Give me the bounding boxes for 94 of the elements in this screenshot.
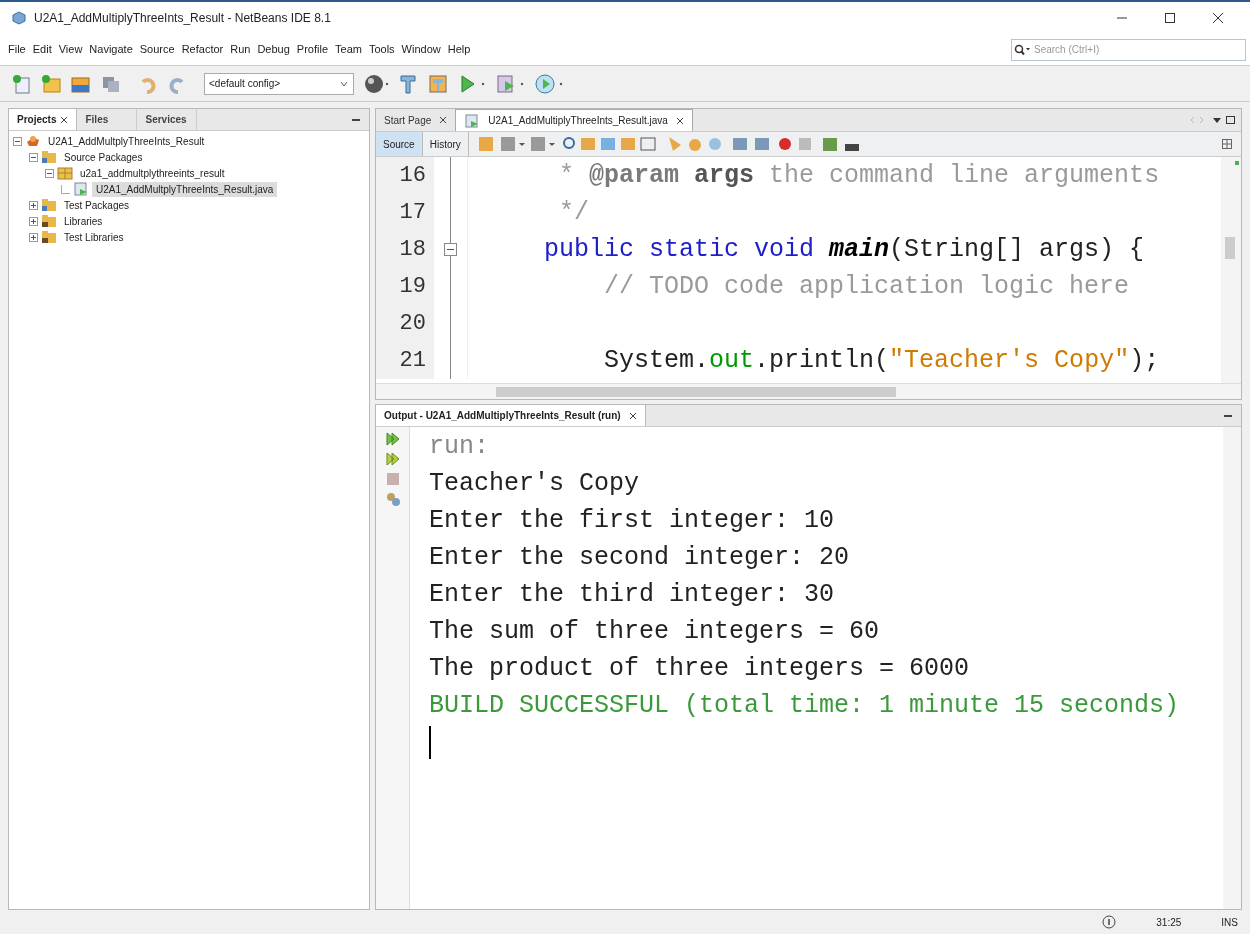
- tree-item[interactable]: U2A1_AddMultplyThreeInts_Result.java: [92, 181, 278, 197]
- code-line: */: [558, 196, 590, 229]
- panel-tab[interactable]: Files: [77, 109, 138, 130]
- app-icon: [12, 11, 26, 25]
- menu-item[interactable]: Profile: [296, 41, 328, 58]
- expand-icon[interactable]: [29, 216, 38, 226]
- folder-icon: [41, 230, 57, 244]
- line-number: 17: [376, 194, 434, 231]
- line-number: 19: [376, 268, 434, 305]
- rerun-icon[interactable]: [384, 451, 401, 467]
- insert-mode: INS: [1221, 915, 1238, 930]
- globe-icon[interactable]: [363, 72, 389, 95]
- line-number: 16: [376, 157, 434, 194]
- menu-item[interactable]: Team: [335, 41, 362, 58]
- collapse-icon[interactable]: [29, 152, 38, 162]
- editor-tab[interactable]: U2A1_AddMultiplyThreeInts_Result.java: [455, 109, 693, 131]
- folder-icon: [41, 198, 57, 212]
- code-line: * @param args the command line arguments: [558, 159, 1160, 192]
- menu-item[interactable]: Window: [401, 41, 441, 58]
- run-icon[interactable]: [458, 72, 486, 95]
- menu-item[interactable]: View: [58, 41, 83, 58]
- tree-item[interactable]: u2a1_addmultplythreeints_result: [76, 165, 229, 181]
- collapse-icon[interactable]: [45, 168, 54, 178]
- view-tab[interactable]: Source: [376, 132, 423, 156]
- output-line: Enter the first integer: 10: [429, 504, 836, 537]
- menu-item[interactable]: Refactor: [181, 41, 224, 58]
- close-icon[interactable]: [60, 115, 69, 124]
- expand-icon[interactable]: [29, 232, 38, 242]
- menu-item[interactable]: Edit: [32, 41, 52, 58]
- folder-icon: [41, 214, 57, 228]
- hammer-icon[interactable]: [398, 72, 418, 95]
- settings-icon[interactable]: [384, 491, 401, 507]
- code-line: System.out.println("Teacher's Copy");: [603, 344, 1160, 377]
- expand-icon[interactable]: [29, 200, 38, 210]
- close-icon[interactable]: [1212, 12, 1224, 24]
- menu-item[interactable]: Debug: [257, 41, 290, 58]
- close-icon[interactable]: [439, 116, 448, 124]
- menu-item[interactable]: Tools: [368, 41, 395, 58]
- debug-icon[interactable]: [495, 72, 525, 95]
- horizontal-scrollbar[interactable]: [376, 383, 1241, 399]
- maximize-icon[interactable]: [1164, 12, 1176, 24]
- profile-icon[interactable]: [534, 72, 564, 95]
- line-number: 20: [376, 305, 434, 342]
- caret-icon: [339, 79, 349, 88]
- clean-build-icon[interactable]: [427, 72, 449, 95]
- tree-item[interactable]: Libraries: [60, 213, 107, 229]
- line-number: 21: [376, 342, 434, 379]
- text-cursor: [429, 726, 431, 759]
- cursor-position: 31:25: [1156, 915, 1182, 930]
- vertical-scrollbar[interactable]: [1223, 427, 1241, 909]
- notification-icon[interactable]: [1102, 915, 1117, 929]
- output-line: run:: [429, 430, 490, 463]
- tree-item[interactable]: Source Packages: [60, 149, 147, 165]
- split-icon[interactable]: [1221, 138, 1233, 150]
- file-icon: [73, 182, 89, 196]
- output-tab[interactable]: Output - U2A1_AddMultiplyThreeInts_Result (run): [376, 405, 646, 426]
- package-icon: [57, 166, 73, 180]
- java-file-icon: [464, 113, 481, 128]
- menu-item[interactable]: Source: [139, 41, 175, 58]
- tree-item[interactable]: Test Packages: [60, 197, 134, 213]
- code-line: public static void main(String[] args) {: [543, 233, 1145, 266]
- tab-navigation-icon[interactable]: [1191, 114, 1237, 126]
- view-tab[interactable]: History: [422, 132, 469, 156]
- menu-item[interactable]: Run: [230, 41, 251, 58]
- search-icon: [1014, 43, 1030, 56]
- output-line: The product of three integers = 6000: [429, 652, 971, 685]
- window-title: U2A1_AddMultiplyThreeInts_Result - NetBeans IDE 8.1: [34, 10, 331, 27]
- tree-item[interactable]: Test Libraries: [60, 229, 128, 245]
- line-number: 18: [376, 231, 434, 268]
- panel-tab[interactable]: Projects: [9, 109, 78, 130]
- new-project-icon[interactable]: [41, 73, 61, 94]
- menu-item[interactable]: File: [8, 41, 26, 58]
- search-field[interactable]: Search (Ctrl+I): [1011, 38, 1246, 61]
- folder-icon: [41, 150, 57, 164]
- project-icon: [25, 134, 41, 148]
- close-icon[interactable]: [675, 116, 684, 125]
- rerun-icon[interactable]: [384, 431, 401, 447]
- close-icon[interactable]: [628, 411, 637, 420]
- menu-item[interactable]: Help: [447, 41, 471, 58]
- panel-tab[interactable]: Services: [137, 109, 198, 130]
- collapse-icon[interactable]: [13, 136, 22, 146]
- output-line: BUILD SUCCESSFUL (total time: 1 minute 15 seconds): [429, 689, 1181, 722]
- code-line: // TODO code application logic here: [603, 270, 1130, 303]
- menu-item[interactable]: Navigate: [89, 41, 133, 58]
- new-file-icon[interactable]: [12, 73, 32, 94]
- vertical-scrollbar[interactable]: [1221, 157, 1241, 383]
- output-line: The sum of three integers = 60: [429, 615, 881, 648]
- editor-tab[interactable]: Start Page: [376, 109, 456, 131]
- output-line: Enter the second integer: 20: [429, 541, 851, 574]
- output-line: Enter the third integer: 30: [429, 578, 836, 611]
- output-line: Teacher's Copy: [429, 467, 641, 500]
- config-dropdown[interactable]: <default config>: [204, 72, 354, 95]
- collapse-icon[interactable]: [444, 243, 457, 256]
- tree-item[interactable]: U2A1_AddMultplyThreeInts_Result: [44, 133, 209, 149]
